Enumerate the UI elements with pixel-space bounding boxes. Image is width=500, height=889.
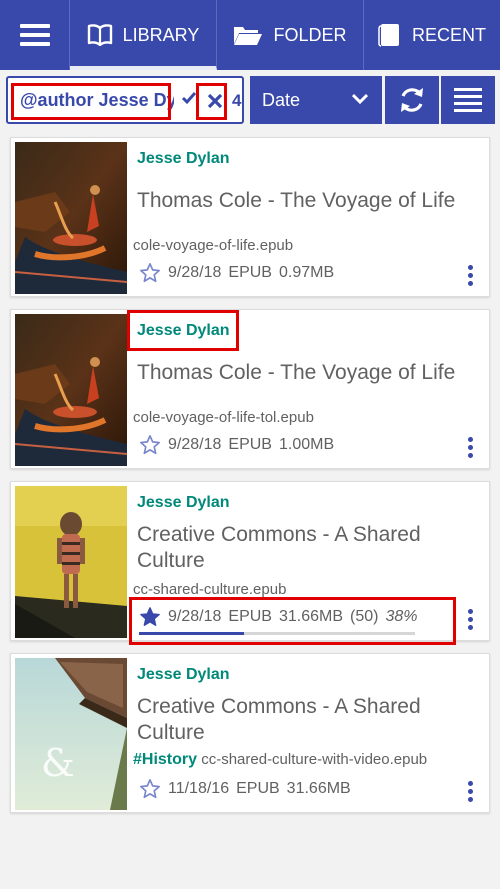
book-format: EPUB — [228, 608, 272, 625]
close-icon — [208, 94, 222, 108]
tab-recent-label: RECENT — [411, 24, 486, 45]
tab-folder[interactable]: FOLDER — [217, 0, 364, 70]
book-format: EPUB — [228, 436, 272, 453]
book-card[interactable]: & Jesse Dylan Creative Commons - A Share… — [10, 653, 490, 813]
star-filled-icon[interactable] — [139, 606, 161, 628]
hamburger-icon — [19, 24, 50, 46]
folder-icon — [234, 27, 263, 45]
book-icon — [87, 24, 112, 46]
book-cover-image: & — [15, 658, 127, 810]
book-meta: 9/28/18 EPUB 0.97MB — [139, 262, 334, 284]
tab-recent[interactable]: RECENT — [364, 0, 500, 70]
book-read-percent: 38% — [385, 608, 418, 625]
book-author[interactable]: Jesse Dylan — [137, 666, 230, 684]
star-outline-icon[interactable] — [139, 262, 161, 284]
result-count: 4 — [232, 91, 242, 110]
book-format: EPUB — [228, 264, 272, 281]
book-date: 9/28/18 — [168, 264, 222, 281]
book-tag[interactable]: #History — [133, 751, 197, 768]
book-title: Creative Commons - A Shared Culture — [137, 523, 421, 572]
refresh-button[interactable] — [385, 76, 439, 124]
book-page-count: (50) — [350, 608, 379, 625]
book-cover-image — [15, 486, 127, 638]
book-cover-image — [15, 314, 127, 466]
reading-progress-fill — [139, 632, 244, 635]
book-filename: cole-voyage-of-life.epub — [133, 237, 294, 254]
chevron-down-icon — [352, 93, 368, 105]
book-format: EPUB — [236, 780, 280, 797]
book-date: 11/18/16 — [168, 780, 230, 797]
svg-text:&: & — [41, 741, 75, 785]
more-vert-icon — [467, 781, 473, 786]
list-icon — [454, 88, 482, 112]
search-input[interactable]: @author Jesse Dylan — [14, 86, 174, 118]
book-author[interactable]: Jesse Dylan — [137, 150, 230, 168]
book-title: Thomas Cole - The Voyage of Life — [137, 189, 456, 212]
tab-library-label: LIBRARY — [122, 24, 200, 45]
tab-folder-label: FOLDER — [273, 24, 347, 45]
view-mode-button[interactable] — [441, 76, 495, 124]
book-title: Thomas Cole - The Voyage of Life — [137, 361, 456, 384]
sort-select[interactable]: Date — [250, 76, 382, 124]
search-filter-box: @author Jesse Dylan 4 — [6, 76, 244, 124]
sort-select-label: Date — [262, 89, 301, 110]
star-outline-icon[interactable] — [139, 778, 161, 800]
book-author[interactable]: Jesse Dylan — [137, 322, 230, 340]
book-meta: 9/28/18 EPUB 1.00MB — [139, 434, 334, 456]
clear-search-button[interactable] — [201, 85, 229, 117]
recent-icon — [378, 24, 399, 47]
book-title: Creative Commons - A Shared Culture — [137, 695, 421, 744]
book-filename: cole-voyage-of-life-tol.epub — [133, 409, 314, 426]
book-filename-row: #History cc-shared-culture-with-video.ep… — [133, 751, 427, 769]
more-options-button[interactable] — [465, 609, 475, 630]
star-outline-icon[interactable] — [139, 434, 161, 456]
more-options-button[interactable] — [465, 437, 475, 458]
book-card[interactable]: Jesse Dylan Thomas Cole - The Voyage of … — [10, 137, 490, 297]
refresh-icon — [401, 88, 423, 112]
book-meta: 9/28/18 EPUB 31.66MB (50) 38% — [139, 606, 418, 628]
book-filename: cc-shared-culture.epub — [133, 581, 287, 598]
book-cover-image — [15, 142, 127, 294]
book-author[interactable]: Jesse Dylan — [137, 494, 230, 512]
book-card[interactable]: Jesse Dylan Creative Commons - A Shared … — [10, 481, 490, 641]
book-size: 31.66MB — [286, 780, 351, 797]
book-size: 1.00MB — [278, 436, 335, 453]
tab-library[interactable]: LIBRARY — [70, 0, 217, 70]
more-vert-icon — [467, 265, 473, 270]
book-filename: cc-shared-culture-with-video.epub — [201, 751, 428, 768]
book-date: 9/28/18 — [168, 608, 222, 625]
more-vert-icon — [467, 437, 473, 442]
book-date: 9/28/18 — [168, 436, 222, 453]
more-vert-icon — [467, 609, 473, 614]
book-size: 0.97MB — [278, 264, 335, 281]
top-app-bar: LIBRARY FOLDER RECENT — [0, 0, 500, 70]
reading-progress-bar — [139, 632, 415, 635]
more-options-button[interactable] — [465, 781, 475, 802]
book-size: 31.66MB — [278, 608, 344, 625]
book-meta: 11/18/16 EPUB 31.66MB — [139, 778, 351, 800]
book-card[interactable]: Jesse Dylan Thomas Cole - The Voyage of … — [10, 309, 490, 469]
more-options-button[interactable] — [465, 265, 475, 286]
menu-button[interactable] — [0, 0, 70, 70]
check-icon[interactable] — [181, 90, 197, 106]
